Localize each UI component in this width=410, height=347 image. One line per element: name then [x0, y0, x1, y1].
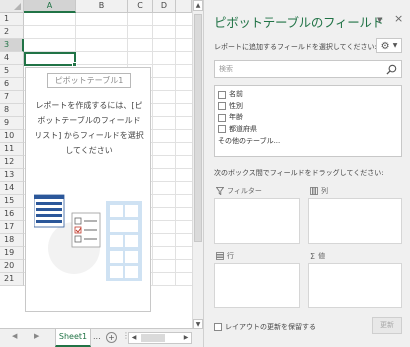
pivot-instructions-line: リスト] からフィールドを選択 [34, 131, 144, 140]
horizontal-scrollbar[interactable]: ◀ ▶ [128, 332, 192, 344]
values-area-header: Σ 値 [310, 251, 325, 261]
field-item-gender[interactable]: 性別 [218, 101, 398, 113]
field-checkbox[interactable] [218, 113, 226, 122]
field-checkbox[interactable] [218, 102, 226, 111]
row-header[interactable]: 11 [0, 143, 24, 156]
defer-update-label: レイアウトの更新を保留する [225, 323, 316, 331]
filter-icon [216, 187, 224, 195]
column-header-partial[interactable] [176, 0, 192, 13]
search-input[interactable] [219, 63, 379, 75]
close-icon[interactable]: × [394, 12, 403, 25]
columns-area-header: 列 [310, 186, 328, 196]
values-drop-area[interactable] [308, 263, 402, 308]
row-header[interactable]: 19 [0, 247, 24, 260]
search-icon[interactable] [386, 64, 397, 75]
search-box[interactable] [214, 60, 402, 78]
row-header[interactable]: 10 [0, 130, 24, 143]
row-header[interactable]: 17 [0, 221, 24, 234]
field-label: 性別 [229, 101, 243, 110]
defer-update-checkbox[interactable] [214, 323, 222, 331]
defer-update-option[interactable]: レイアウトの更新を保留する [214, 322, 316, 332]
pivot-illustration-icon [34, 194, 142, 281]
row-header[interactable]: 18 [0, 234, 24, 247]
row-header[interactable]: 8 [0, 104, 24, 117]
active-cell[interactable] [24, 52, 77, 67]
columns-icon [310, 187, 318, 195]
row-header-selected[interactable]: 3 [0, 39, 24, 52]
row-header[interactable]: 7 [0, 91, 24, 104]
sheet-tab-bar: ◀ ▶ Sheet1 ... + ⋮ ◀ ▶ [0, 328, 203, 347]
pivot-instructions-line: ボットテーブルのフィールド [37, 116, 141, 125]
select-all-button[interactable] [0, 0, 24, 13]
pivot-field-pane: ピボットテーブルのフィールド ▼ × レポートに追加するフィールドを選択してくだ… [203, 0, 410, 347]
pivot-table-name: ピボットテーブル1 [47, 73, 131, 88]
pivot-instructions-line: してください [65, 146, 113, 155]
sheet-tab-sheet1[interactable]: Sheet1 [55, 329, 91, 347]
update-button[interactable]: 更新 [372, 317, 402, 334]
tools-button[interactable]: ⚙ ▼ [376, 38, 402, 53]
spreadsheet-pane: A B C D 1 2 3 4 5 6 7 8 9 10 11 12 13 14… [0, 0, 203, 347]
pane-subtitle: レポートに追加するフィールドを選択してください: [214, 43, 377, 51]
row-header[interactable]: 12 [0, 156, 24, 169]
chevron-down-icon: ▼ [392, 42, 398, 49]
filters-drop-area[interactable] [214, 198, 300, 244]
columns-drop-area[interactable] [308, 198, 402, 244]
pivot-instructions-line: レポートを作成するには、[ピ [35, 101, 143, 110]
add-sheet-button[interactable]: + [106, 332, 117, 343]
column-headers: A B C D [24, 0, 192, 13]
sigma-icon: Σ [310, 251, 316, 261]
field-list: 名前 性別 年齢 都道府県 その他のテーブル... [214, 85, 402, 157]
column-header-d[interactable]: D [153, 0, 176, 13]
row-header[interactable]: 9 [0, 117, 24, 130]
row-header[interactable]: 20 [0, 260, 24, 273]
vertical-scroll-thumb[interactable] [194, 14, 202, 242]
column-header-c[interactable]: C [128, 0, 153, 13]
field-item-age[interactable]: 年齢 [218, 112, 398, 124]
row-header[interactable]: 5 [0, 65, 24, 78]
more-tables-link[interactable]: その他のテーブル... [218, 136, 398, 146]
pane-title: ピボットテーブルのフィールド [214, 15, 384, 30]
gear-icon: ⚙ [380, 41, 390, 52]
row-header[interactable]: 16 [0, 208, 24, 221]
column-header-b[interactable]: B [76, 0, 128, 13]
row-header[interactable]: 2 [0, 26, 24, 39]
field-checkbox[interactable] [218, 90, 226, 99]
columns-area-label: 列 [321, 187, 328, 195]
rows-area-label: 行 [227, 252, 234, 260]
scroll-right-button[interactable]: ▶ [181, 333, 191, 343]
tab-next-icon[interactable]: ▶ [34, 332, 39, 340]
rows-drop-area[interactable] [214, 263, 300, 308]
row-headers: 1 2 3 4 5 6 7 8 9 10 11 12 13 14 15 16 1… [0, 13, 24, 286]
scroll-up-button[interactable]: ▲ [193, 0, 203, 11]
rows-area-header: 行 [216, 251, 234, 261]
row-header[interactable]: 14 [0, 182, 24, 195]
vertical-scrollbar[interactable]: ▲ ▼ [192, 0, 203, 331]
field-label: 年齢 [229, 113, 243, 122]
chevron-down-icon[interactable]: ▼ [377, 16, 382, 24]
pivot-table-placeholder[interactable]: ピボットテーブル1 レポートを作成するには、[ピ ボットテーブルのフィールド リ… [25, 67, 151, 312]
row-header[interactable]: 4 [0, 52, 24, 65]
row-header[interactable]: 1 [0, 13, 24, 26]
more-sheets-button[interactable]: ... [93, 332, 101, 341]
column-header-a[interactable]: A [24, 0, 76, 13]
values-area-label: 値 [318, 252, 326, 260]
field-checkbox[interactable] [218, 125, 226, 134]
rows-icon [216, 252, 224, 260]
tab-prev-icon[interactable]: ◀ [12, 332, 17, 340]
row-header[interactable]: 21 [0, 273, 24, 286]
drag-instructions: 次のボックス間でフィールドをドラッグしてください: [214, 169, 384, 177]
field-label: 名前 [229, 90, 243, 99]
horizontal-scroll-thumb[interactable] [141, 334, 165, 342]
field-label: 都道府県 [229, 124, 257, 133]
row-header[interactable]: 13 [0, 169, 24, 182]
filters-area-header: フィルター [216, 186, 262, 196]
pivot-instructions: レポートを作成するには、[ピ ボットテーブルのフィールド リスト] からフィール… [28, 98, 150, 158]
field-item-name[interactable]: 名前 [218, 89, 398, 101]
row-header[interactable]: 15 [0, 195, 24, 208]
scroll-left-button[interactable]: ◀ [129, 333, 139, 343]
field-item-prefecture[interactable]: 都道府県 [218, 124, 398, 136]
row-header[interactable]: 6 [0, 78, 24, 91]
filters-area-label: フィルター [227, 187, 262, 195]
